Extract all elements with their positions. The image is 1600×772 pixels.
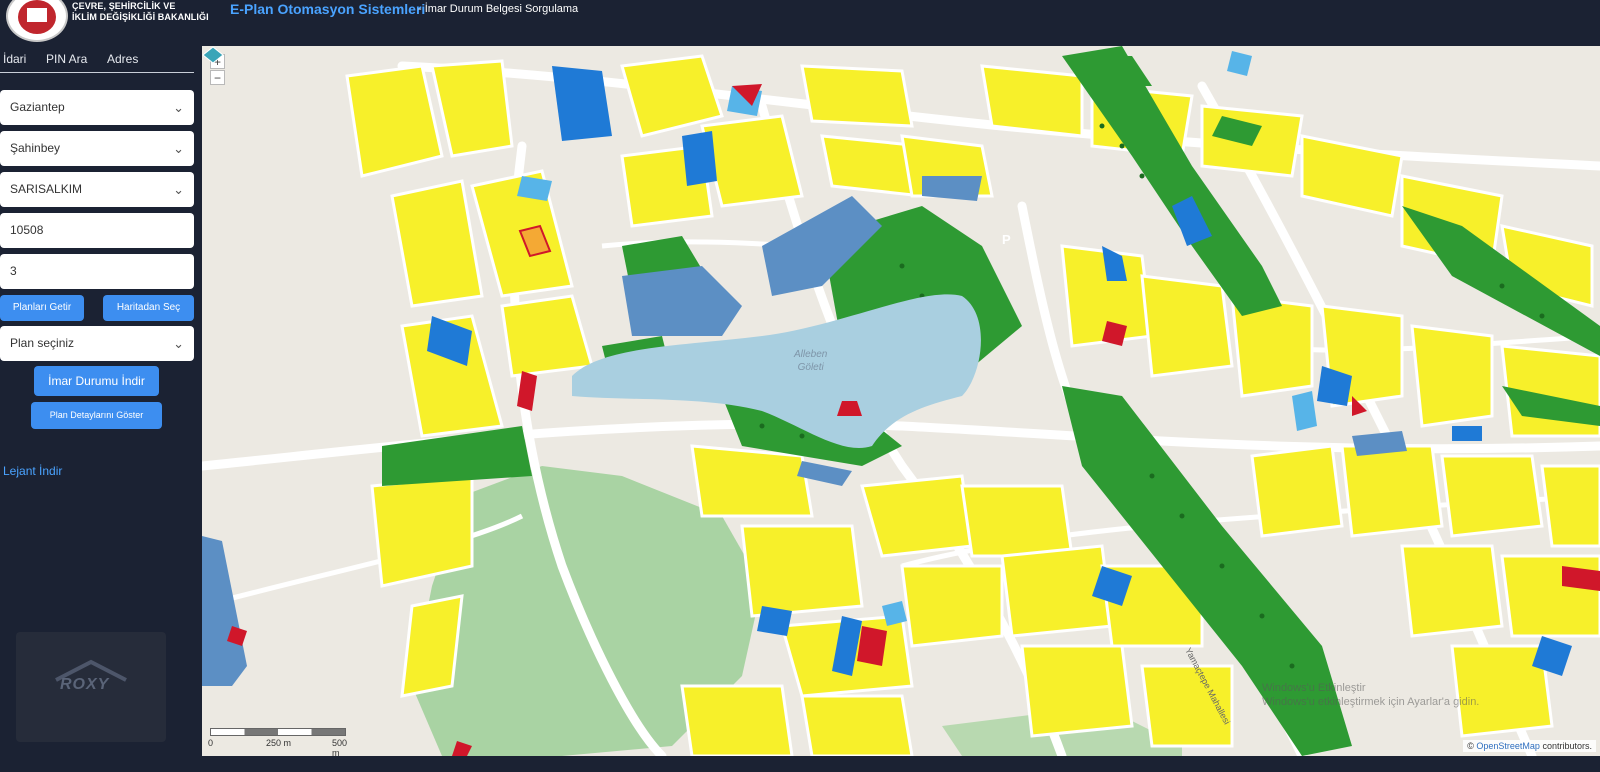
- scale-label-0: 0: [208, 738, 214, 748]
- neighborhood-select[interactable]: SARISALKIM ⌄: [0, 172, 194, 207]
- chevron-down-icon: ⌄: [173, 141, 184, 156]
- ministry-name: ÇEVRE, ŞEHİRCİLİK VE İKLİM DEĞİŞİKLİĞİ B…: [72, 1, 209, 23]
- district-value: Şahinbey: [10, 141, 61, 155]
- sidebar: İdari PIN Ara Adres Gaziantep ⌄ Şahinbey…: [0, 46, 202, 772]
- zoning-map[interactable]: [202, 46, 1600, 756]
- lake-label: Alleben Göleti: [794, 348, 827, 374]
- scale-label-500: 500 m: [332, 738, 348, 756]
- windows-line1: Windows'u Etkinleştir: [1262, 682, 1366, 694]
- tab-divider: [0, 72, 194, 73]
- chevron-down-icon: ⌄: [173, 336, 184, 351]
- parking-icon: P: [1002, 232, 1011, 247]
- legend-download-link[interactable]: Lejant İndir: [3, 464, 62, 478]
- app-title: E-Plan Otomasyon Sistemleri: [230, 1, 426, 17]
- zoom-out-button[interactable]: −: [210, 70, 225, 85]
- header-bar: ÇEVRE, ŞEHİRCİLİK VE İKLİM DEĞİŞİKLİĞİ B…: [0, 0, 1600, 46]
- chevron-down-icon: ⌄: [173, 182, 184, 197]
- plan-select[interactable]: Plan seçiniz ⌄: [0, 326, 194, 361]
- windows-line2: Windows'u etkinleştirmek için Ayarlar'a …: [1262, 696, 1480, 708]
- map-view[interactable]: + − Alleben Göleti P Yamaçtepe Mahallesi…: [202, 46, 1600, 756]
- province-select[interactable]: Gaziantep ⌄: [0, 90, 194, 125]
- lake-label-line2: Göleti: [797, 362, 824, 373]
- osm-link[interactable]: OpenStreetMap: [1476, 741, 1540, 751]
- get-plans-button[interactable]: Planları Getir: [0, 295, 84, 321]
- attribution-suffix: contributors.: [1542, 741, 1592, 751]
- attribution-prefix: ©: [1467, 741, 1474, 751]
- layers-icon[interactable]: [202, 46, 224, 64]
- tab-pin-ara[interactable]: PIN Ara: [46, 52, 87, 66]
- map-attribution: © OpenStreetMap contributors.: [1463, 740, 1596, 752]
- ministry-logo: [6, 0, 68, 42]
- scale-bar: 0 250 m 500 m: [208, 728, 348, 756]
- province-value: Gaziantep: [10, 100, 65, 114]
- select-from-map-button[interactable]: Haritadan Seç: [103, 295, 194, 321]
- app-subtitle: - İmar Durum Belgesi Sorgulama: [418, 3, 579, 15]
- chevron-down-icon: ⌄: [173, 100, 184, 115]
- tab-adres[interactable]: Adres: [107, 52, 138, 66]
- block-value: 10508: [10, 223, 44, 237]
- roxy-logo-text: ROXY: [60, 676, 110, 693]
- plan-select-value: Plan seçiniz: [10, 336, 75, 350]
- ministry-name-line1: ÇEVRE, ŞEHİRCİLİK VE: [72, 1, 176, 11]
- district-select[interactable]: Şahinbey ⌄: [0, 131, 194, 166]
- parcel-input[interactable]: 3: [0, 254, 194, 289]
- windows-activation-watermark: Windows'u Etkinleştir Windows'u etkinleş…: [1262, 681, 1479, 709]
- ministry-name-line2: İKLİM DEĞİŞİKLİĞİ BAKANLIĞI: [72, 12, 209, 22]
- download-zoning-button[interactable]: İmar Durumu İndir: [34, 366, 159, 396]
- neighborhood-value: SARISALKIM: [10, 182, 83, 196]
- parcel-value: 3: [10, 264, 17, 278]
- tab-idari[interactable]: İdari: [3, 52, 26, 66]
- lake-label-line1: Alleben: [794, 349, 828, 360]
- roxy-watermark: ROXY: [16, 632, 166, 742]
- block-input[interactable]: 10508: [0, 213, 194, 248]
- plan-details-button[interactable]: Plan Detaylarını Göster: [31, 402, 162, 429]
- scale-label-250: 250 m: [266, 738, 292, 748]
- bottom-strip: [0, 756, 1600, 772]
